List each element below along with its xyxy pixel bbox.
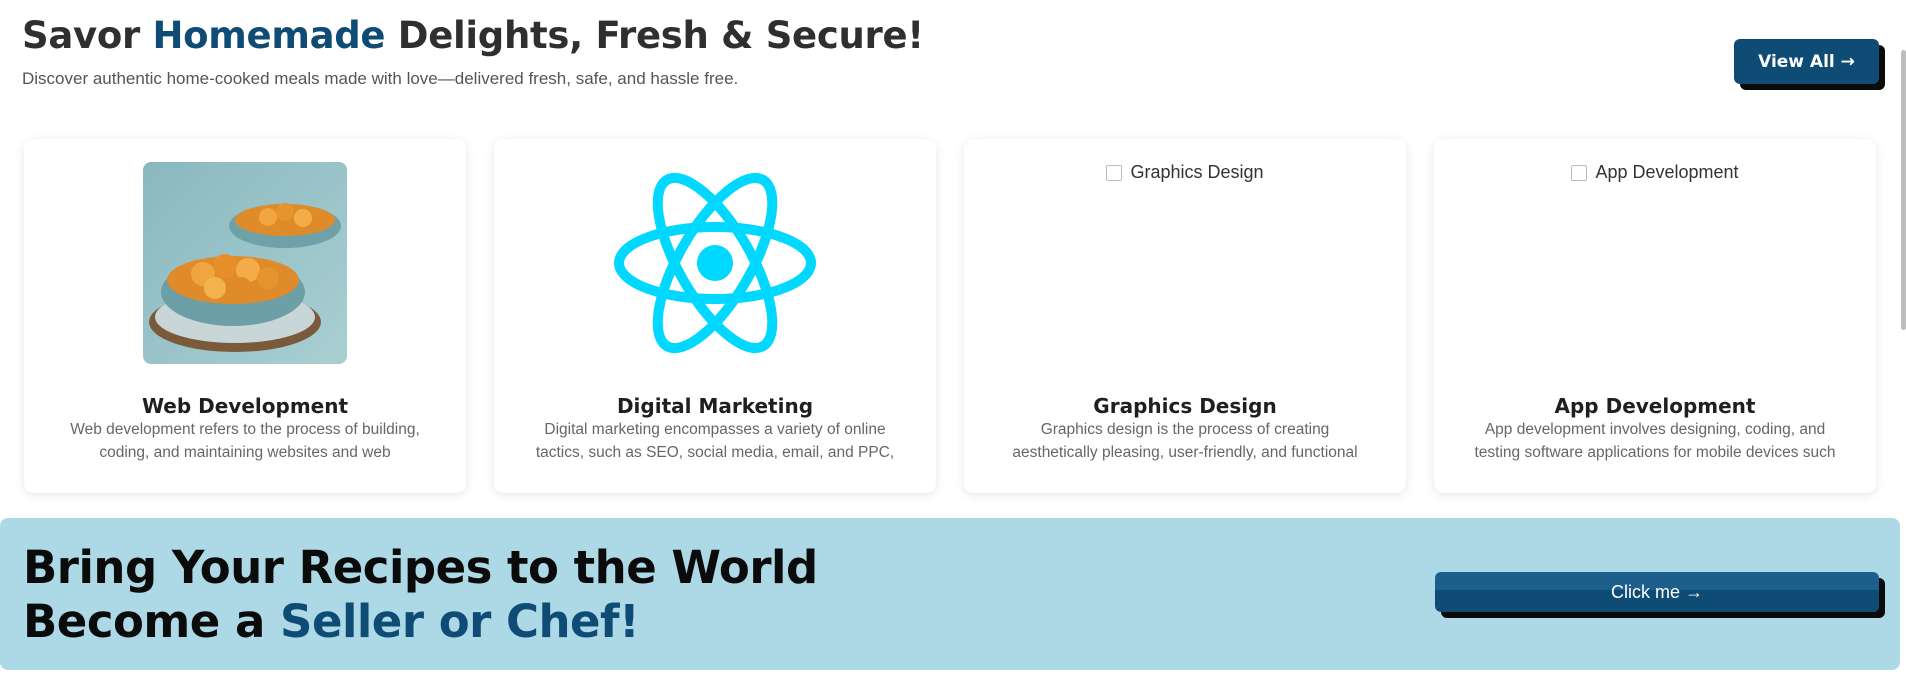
cta-heading-line1: Bring Your Recipes to the World xyxy=(23,541,818,594)
section-header: Savor Homemade Delights, Fresh & Secure!… xyxy=(22,14,924,89)
card-description: Graphics design is the process of creati… xyxy=(1012,421,1358,461)
card-web-development[interactable]: Web Development Web development refers t… xyxy=(24,139,466,493)
card-title: Web Development xyxy=(141,394,349,418)
card-description: Web development refers to the process of… xyxy=(70,421,420,461)
food-bowls-image xyxy=(143,162,347,364)
card-title: Graphics Design xyxy=(1093,394,1277,418)
cta-line2-accent: Seller or Chef! xyxy=(280,595,640,648)
image-alt-text: App Development xyxy=(1595,162,1739,182)
scrollbar-thumb[interactable] xyxy=(1901,50,1906,330)
card-description: Digital marketing encompasses a variety … xyxy=(535,421,895,461)
broken-image-icon xyxy=(1571,164,1588,181)
card-digital-marketing[interactable]: Digital Marketing Digital marketing enco… xyxy=(494,139,936,493)
card-app-development[interactable]: App Development App Development App deve… xyxy=(1434,139,1876,493)
page-subtitle: Discover authentic home-cooked meals mad… xyxy=(22,69,739,88)
cta-heading-line2: Become a Seller or Chef! xyxy=(23,595,640,648)
card-list: Web Development Web development refers t… xyxy=(24,139,1876,493)
broken-image: App Development xyxy=(1553,162,1757,364)
title-accent: Homemade xyxy=(152,14,386,57)
react-atom-icon xyxy=(613,162,817,364)
click-me-button[interactable]: Click me → xyxy=(1435,572,1879,612)
card-graphics-design[interactable]: Graphics Design Graphics Design Graphics… xyxy=(964,139,1406,493)
card-description: App development involves designing, codi… xyxy=(1474,421,1836,461)
broken-image: Graphics Design xyxy=(1083,162,1287,364)
view-all-button[interactable]: View All → xyxy=(1734,39,1879,84)
image-alt-text: Graphics Design xyxy=(1130,162,1264,182)
card-title: Digital Marketing xyxy=(616,394,814,418)
page-title: Savor Homemade Delights, Fresh & Secure! xyxy=(22,14,924,57)
title-post: Delights, Fresh & Secure! xyxy=(385,14,924,57)
broken-image-icon xyxy=(1106,164,1123,181)
cta-line2-pre: Become a xyxy=(23,595,281,648)
title-pre: Savor xyxy=(22,14,153,57)
card-title: App Development xyxy=(1554,394,1756,418)
